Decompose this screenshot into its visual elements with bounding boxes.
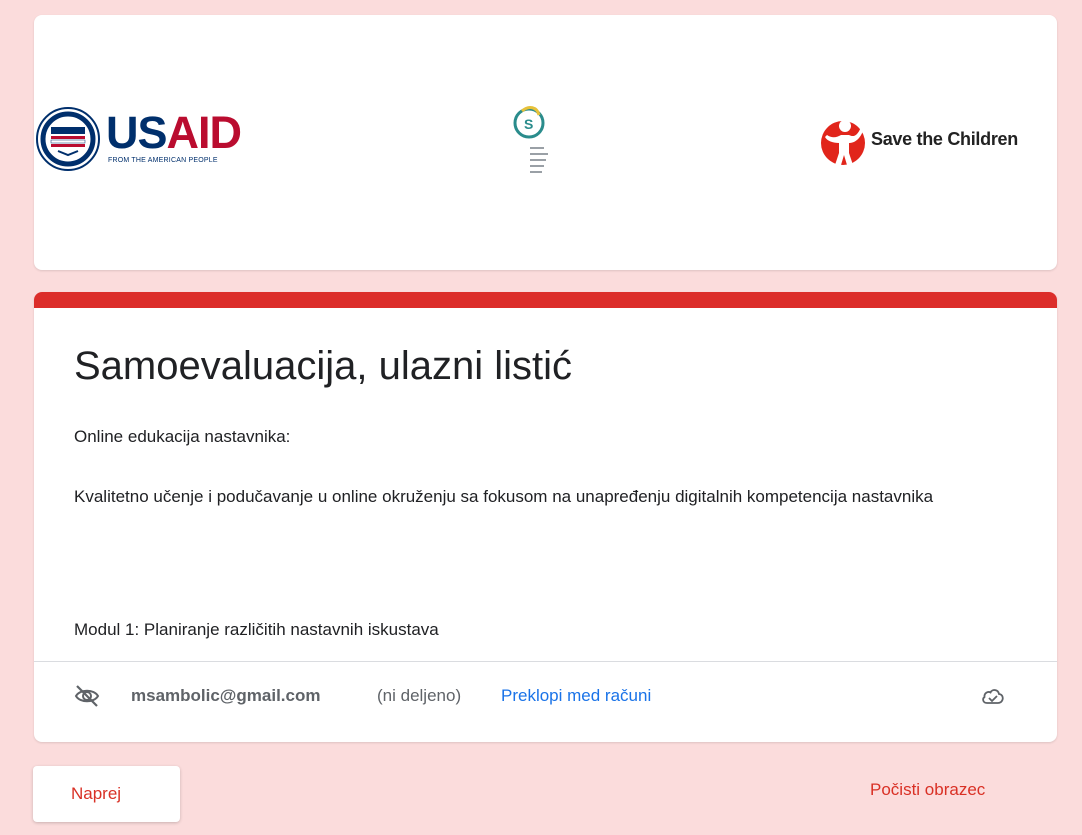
- usaid-wordmark-aid: AID: [166, 107, 242, 158]
- form-description-line-3: Modul 1: Planiranje različitih nastavnih…: [74, 620, 439, 639]
- eye-off-icon: [74, 685, 100, 707]
- cloud-saved-icon: [982, 689, 1004, 704]
- svg-text:S: S: [524, 116, 533, 132]
- form-description-line-1: Online edukacija nastavnika:: [74, 427, 291, 446]
- card-divider: [34, 661, 1057, 662]
- save-the-children-logo: Save the Children: [819, 113, 1057, 169]
- account-sharing-note: (ni deljeno): [377, 686, 462, 705]
- card-accent-bar: [34, 292, 1057, 308]
- save-the-children-wordmark: Save the Children: [871, 129, 1018, 149]
- form-description-line-2: Kvalitetno učenje i podučavanje u online…: [74, 487, 934, 506]
- clear-form-button[interactable]: Počisti obrazec: [870, 780, 985, 800]
- usaid-logo: USAID FROM THE AMERICAN PEOPLE: [34, 107, 264, 177]
- form-title: Samoevaluacija, ulazni listić: [74, 344, 573, 388]
- next-button[interactable]: Naprej: [33, 766, 180, 822]
- save-the-children-icon: [821, 120, 865, 165]
- agency-logo: S: [507, 103, 567, 193]
- switch-account-link[interactable]: Preklopi med računi: [501, 686, 651, 706]
- usaid-wordmark: USAID: [106, 107, 242, 158]
- usaid-tagline: FROM THE AMERICAN PEOPLE: [108, 157, 218, 164]
- agency-logo-icon: S: [513, 106, 548, 173]
- usaid-wordmark-us: US: [106, 107, 168, 158]
- form-header-card: Samoevaluacija, ulazni listić Online edu…: [34, 292, 1057, 742]
- header-banner: USAID FROM THE AMERICAN PEOPLE S Save th…: [34, 15, 1057, 270]
- account-email: msambolic@gmail.com: [131, 686, 321, 705]
- usaid-seal-icon: [36, 107, 100, 171]
- account-row: msambolic@gmail.com (ni deljeno) Preklop…: [74, 682, 1024, 712]
